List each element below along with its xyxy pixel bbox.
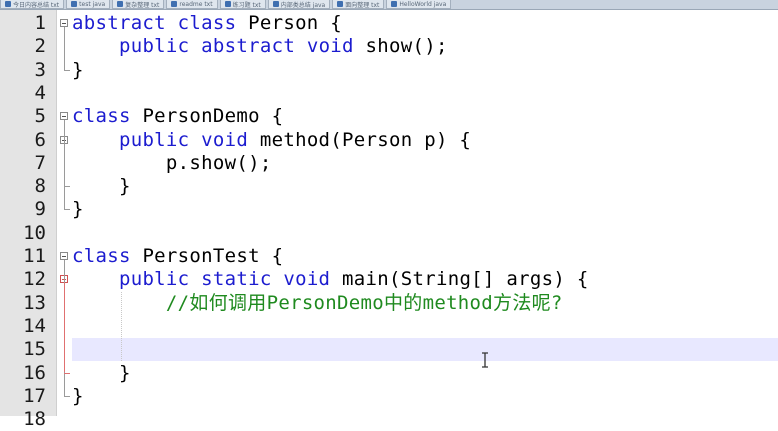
code-line[interactable]: } — [72, 59, 84, 82]
line-number: 7 — [34, 151, 46, 174]
fold-end-marker — [64, 209, 70, 211]
line-number: 5 — [34, 105, 46, 128]
line-number: 10 — [23, 221, 46, 244]
file-icon — [5, 1, 11, 7]
fold-toggle-icon[interactable] — [60, 252, 68, 260]
code-line[interactable]: //如何调用PersonDemo中的method方法呢? — [72, 292, 563, 315]
text-cursor-icon — [480, 352, 490, 368]
file-icon — [337, 1, 344, 7]
line-number: 13 — [23, 291, 46, 314]
fold-guide — [64, 283, 65, 373]
file-tab-label: 今日内容总结 txt — [13, 1, 60, 9]
code-line[interactable]: public static void main(String[] args) { — [72, 268, 589, 291]
file-tab-label: 复杂整理 txt — [125, 1, 160, 9]
line-number: 15 — [23, 338, 46, 361]
line-number: 2 — [34, 35, 46, 58]
file-icon — [391, 1, 398, 7]
file-icon — [117, 1, 124, 7]
line-number: 14 — [23, 314, 46, 337]
fold-toggle-icon[interactable] — [60, 112, 68, 121]
code-editor[interactable]: abstract class Person { public abstract … — [72, 10, 778, 416]
fold-end-marker — [64, 186, 70, 188]
fold-end-marker — [64, 69, 70, 71]
code-line[interactable]: class PersonTest { — [72, 245, 283, 268]
file-tab-label: HelloWorld java — [399, 0, 447, 8]
code-line[interactable]: } — [72, 175, 131, 198]
line-number: 12 — [23, 268, 46, 291]
file-icon — [171, 1, 178, 7]
line-number: 17 — [23, 384, 46, 407]
fold-end-marker — [64, 372, 70, 374]
fold-guide — [64, 143, 65, 187]
line-number: 4 — [34, 81, 46, 104]
file-tab[interactable]: 复杂整理 txt — [112, 0, 165, 9]
file-tab-label: test java — [79, 0, 106, 8]
file-icon — [71, 1, 78, 7]
file-tab[interactable]: 今日内容总结 txt — [0, 0, 65, 9]
indent-guide — [121, 291, 122, 362]
file-tab[interactable]: readme txt — [166, 0, 218, 9]
fold-guide — [64, 27, 65, 70]
line-number: 16 — [23, 361, 46, 384]
file-tab[interactable]: 内部类总结 java — [267, 0, 331, 9]
fold-toggle-icon[interactable] — [60, 19, 68, 27]
file-tab-label: readme txt — [179, 0, 213, 8]
fold-end-marker — [64, 395, 70, 397]
code-line[interactable]: class PersonDemo { — [72, 105, 283, 128]
code-line[interactable]: p.show(); — [72, 152, 272, 175]
file-icon — [272, 1, 279, 7]
file-tab-bar: 今日内容总结 txt test java 复杂整理 txt readme txt 练习题… — [0, 0, 778, 10]
code-line[interactable]: abstract class Person { — [72, 12, 342, 35]
code-line[interactable]: } — [72, 198, 84, 221]
line-number: 6 — [34, 128, 46, 151]
line-number: 18 — [23, 408, 46, 431]
line-number: 9 — [34, 198, 46, 221]
file-tab[interactable]: 面向整理 txt — [332, 0, 385, 9]
file-tab-label: 内部类总结 java — [280, 1, 326, 9]
code-line[interactable]: } — [72, 362, 131, 385]
line-number-gutter: 1 2 3 4 5 6 7 8 9 10 11 12 13 14 15 16 17 18 — [0, 10, 57, 430]
file-tab[interactable]: 练习题 txt — [219, 0, 266, 9]
file-icon — [224, 1, 231, 7]
line-number: 3 — [34, 58, 46, 81]
file-tab[interactable]: HelloWorld java — [386, 0, 452, 9]
code-line[interactable]: } — [72, 385, 84, 408]
code-line[interactable]: public void method(Person p) { — [72, 129, 471, 152]
file-tab[interactable]: test java — [66, 0, 111, 9]
file-tab-label: 练习题 txt — [232, 1, 261, 9]
line-number: 11 — [23, 245, 46, 267]
line-number: 1 — [34, 12, 46, 34]
code-line[interactable]: public abstract void show(); — [72, 35, 448, 58]
line-number: 8 — [34, 175, 46, 198]
file-tab-label: 面向整理 txt — [345, 1, 380, 9]
